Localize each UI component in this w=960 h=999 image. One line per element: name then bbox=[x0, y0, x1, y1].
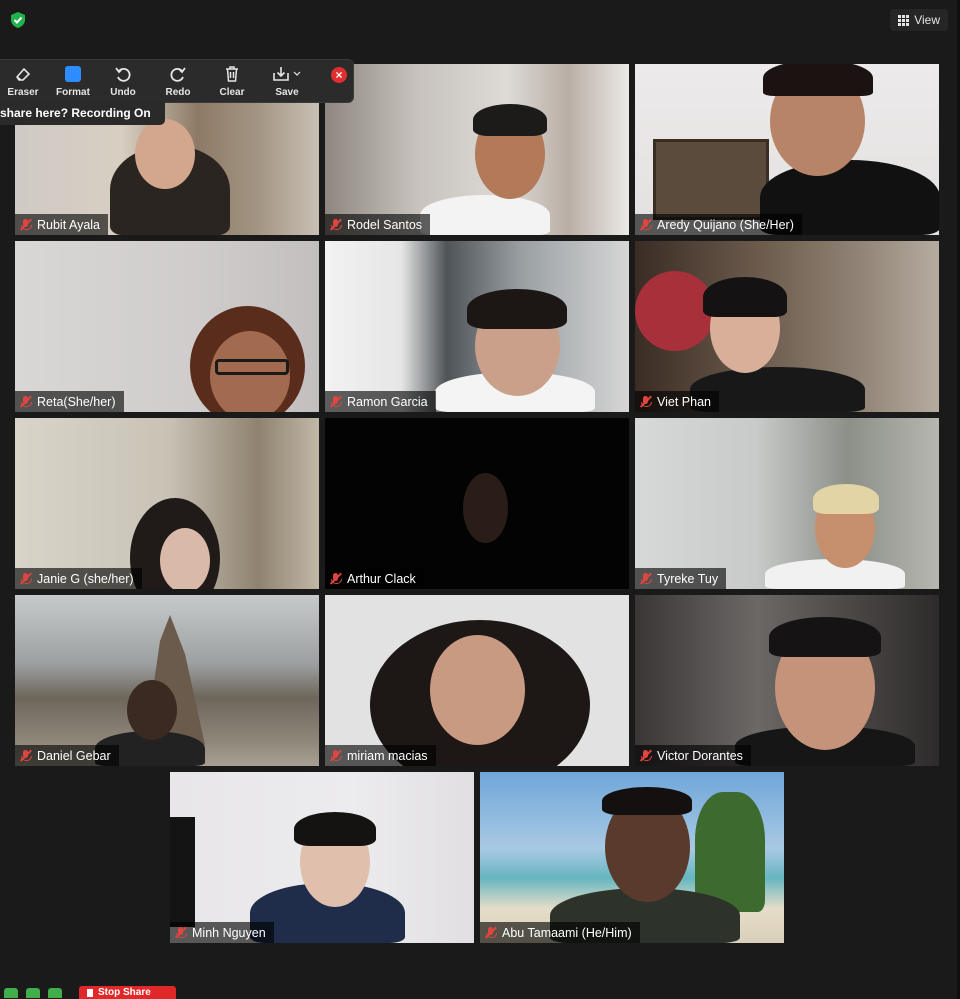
participant-nameplate: Janie G (she/her) bbox=[15, 568, 142, 589]
security-icon[interactable] bbox=[48, 988, 62, 998]
video-tile[interactable]: Tyreke Tuy bbox=[635, 418, 939, 589]
muted-microphone-icon bbox=[639, 749, 652, 762]
participant-nameplate: Rodel Santos bbox=[325, 214, 431, 235]
participant-name: Reta(She/her) bbox=[37, 394, 116, 409]
muted-microphone-icon bbox=[19, 749, 32, 762]
muted-microphone-icon bbox=[19, 572, 32, 585]
participant-name: Ramon Garcia bbox=[347, 394, 428, 409]
stop-share-button[interactable]: Stop Share bbox=[79, 986, 176, 999]
meeting-status-icons bbox=[0, 988, 82, 999]
video-tile[interactable]: Minh Nguyen bbox=[170, 772, 474, 943]
participant-nameplate: Aredy Quijano (She/Her) bbox=[635, 214, 802, 235]
video-tile[interactable]: Arthur Clack bbox=[325, 418, 629, 589]
participant-name: Victor Dorantes bbox=[657, 748, 743, 763]
clear-tool-button[interactable]: Clear bbox=[212, 63, 252, 98]
participant-nameplate: Abu Tamaami (He/Him) bbox=[480, 922, 640, 943]
participant-nameplate: Arthur Clack bbox=[325, 568, 424, 589]
recording-banner: share here? Recording On bbox=[0, 101, 165, 125]
participant-nameplate: Daniel Gebar bbox=[15, 745, 119, 766]
muted-microphone-icon bbox=[19, 395, 32, 408]
muted-microphone-icon bbox=[639, 572, 652, 585]
undo-tool-button[interactable]: Undo bbox=[103, 63, 143, 98]
undo-icon bbox=[115, 67, 131, 82]
view-label: View bbox=[914, 13, 940, 27]
tool-label: Redo bbox=[165, 87, 191, 98]
video-tile[interactable]: Viet Phan bbox=[635, 241, 939, 412]
grid-view-icon bbox=[898, 14, 910, 26]
participant-name: Arthur Clack bbox=[347, 571, 416, 586]
video-tile[interactable]: Aredy Quijano (She/Her) bbox=[635, 64, 939, 235]
muted-microphone-icon bbox=[639, 218, 652, 231]
tool-label: Save bbox=[275, 87, 299, 98]
participant-nameplate: Victor Dorantes bbox=[635, 745, 751, 766]
trash-icon bbox=[226, 66, 238, 82]
video-tile[interactable]: Victor Dorantes bbox=[635, 595, 939, 766]
tool-label: Format bbox=[56, 87, 90, 98]
view-button[interactable]: View bbox=[890, 9, 948, 31]
participant-name: Rodel Santos bbox=[347, 217, 423, 232]
eraser-tool-button[interactable]: Eraser bbox=[3, 63, 43, 98]
muted-microphone-icon bbox=[329, 572, 342, 585]
participant-name: Aredy Quijano (She/Her) bbox=[657, 217, 794, 232]
tool-label: Clear bbox=[219, 87, 245, 98]
muted-microphone-icon bbox=[484, 926, 497, 939]
close-icon: × bbox=[335, 68, 343, 82]
recording-banner-text: share here? Recording On bbox=[0, 106, 151, 120]
video-tile[interactable]: Ramon Garcia bbox=[325, 241, 629, 412]
video-tile[interactable]: miriam macias bbox=[325, 595, 629, 766]
participant-name: Rubit Ayala bbox=[37, 217, 101, 232]
redo-icon bbox=[170, 67, 186, 82]
video-tile[interactable]: Daniel Gebar bbox=[15, 595, 319, 766]
video-tile[interactable]: Abu Tamaami (He/Him) bbox=[480, 772, 784, 943]
muted-microphone-icon bbox=[19, 218, 32, 231]
stop-share-label: Stop Share bbox=[98, 987, 151, 998]
close-toolbar-button[interactable]: × bbox=[331, 67, 347, 83]
participant-nameplate: Reta(She/her) bbox=[15, 391, 124, 412]
video-tile[interactable]: Reta(She/her) bbox=[15, 241, 319, 412]
tool-label: Undo bbox=[110, 87, 136, 98]
participant-nameplate: Tyreke Tuy bbox=[635, 568, 727, 589]
stop-icon bbox=[87, 988, 93, 997]
participant-name: Viet Phan bbox=[657, 394, 711, 409]
video-status-icon[interactable] bbox=[26, 988, 40, 998]
format-icon bbox=[65, 66, 81, 82]
bottom-controls: Stop Share bbox=[0, 985, 180, 999]
participant-nameplate: Viet Phan bbox=[635, 391, 719, 412]
redo-tool-button[interactable]: Redo bbox=[158, 63, 198, 98]
audio-status-icon[interactable] bbox=[4, 988, 18, 998]
participant-name: Minh Nguyen bbox=[192, 925, 266, 940]
save-icon bbox=[273, 67, 301, 81]
participant-nameplate: Minh Nguyen bbox=[170, 922, 274, 943]
participant-name: miriam macias bbox=[347, 748, 428, 763]
muted-microphone-icon bbox=[329, 218, 342, 231]
format-tool-button[interactable]: Format bbox=[53, 63, 93, 98]
muted-microphone-icon bbox=[174, 926, 187, 939]
participant-name: Janie G (she/her) bbox=[37, 571, 134, 586]
tool-label: Eraser bbox=[7, 87, 39, 98]
muted-microphone-icon bbox=[329, 395, 342, 408]
participant-name: Abu Tamaami (He/Him) bbox=[502, 925, 632, 940]
save-tool-button[interactable]: Save bbox=[267, 63, 307, 98]
muted-microphone-icon bbox=[329, 749, 342, 762]
participant-nameplate: miriam macias bbox=[325, 745, 436, 766]
annotation-toolbar: Eraser Format Undo Redo Clear Save × bbox=[0, 59, 354, 103]
video-tile[interactable]: Rodel Santos bbox=[325, 64, 629, 235]
participant-name: Tyreke Tuy bbox=[657, 571, 719, 586]
participant-nameplate: Ramon Garcia bbox=[325, 391, 436, 412]
participant-nameplate: Rubit Ayala bbox=[15, 214, 109, 235]
participant-name: Daniel Gebar bbox=[37, 748, 111, 763]
security-shield-icon[interactable] bbox=[9, 11, 27, 29]
muted-microphone-icon bbox=[639, 395, 652, 408]
eraser-icon bbox=[15, 67, 31, 81]
video-tile[interactable]: Janie G (she/her) bbox=[15, 418, 319, 589]
